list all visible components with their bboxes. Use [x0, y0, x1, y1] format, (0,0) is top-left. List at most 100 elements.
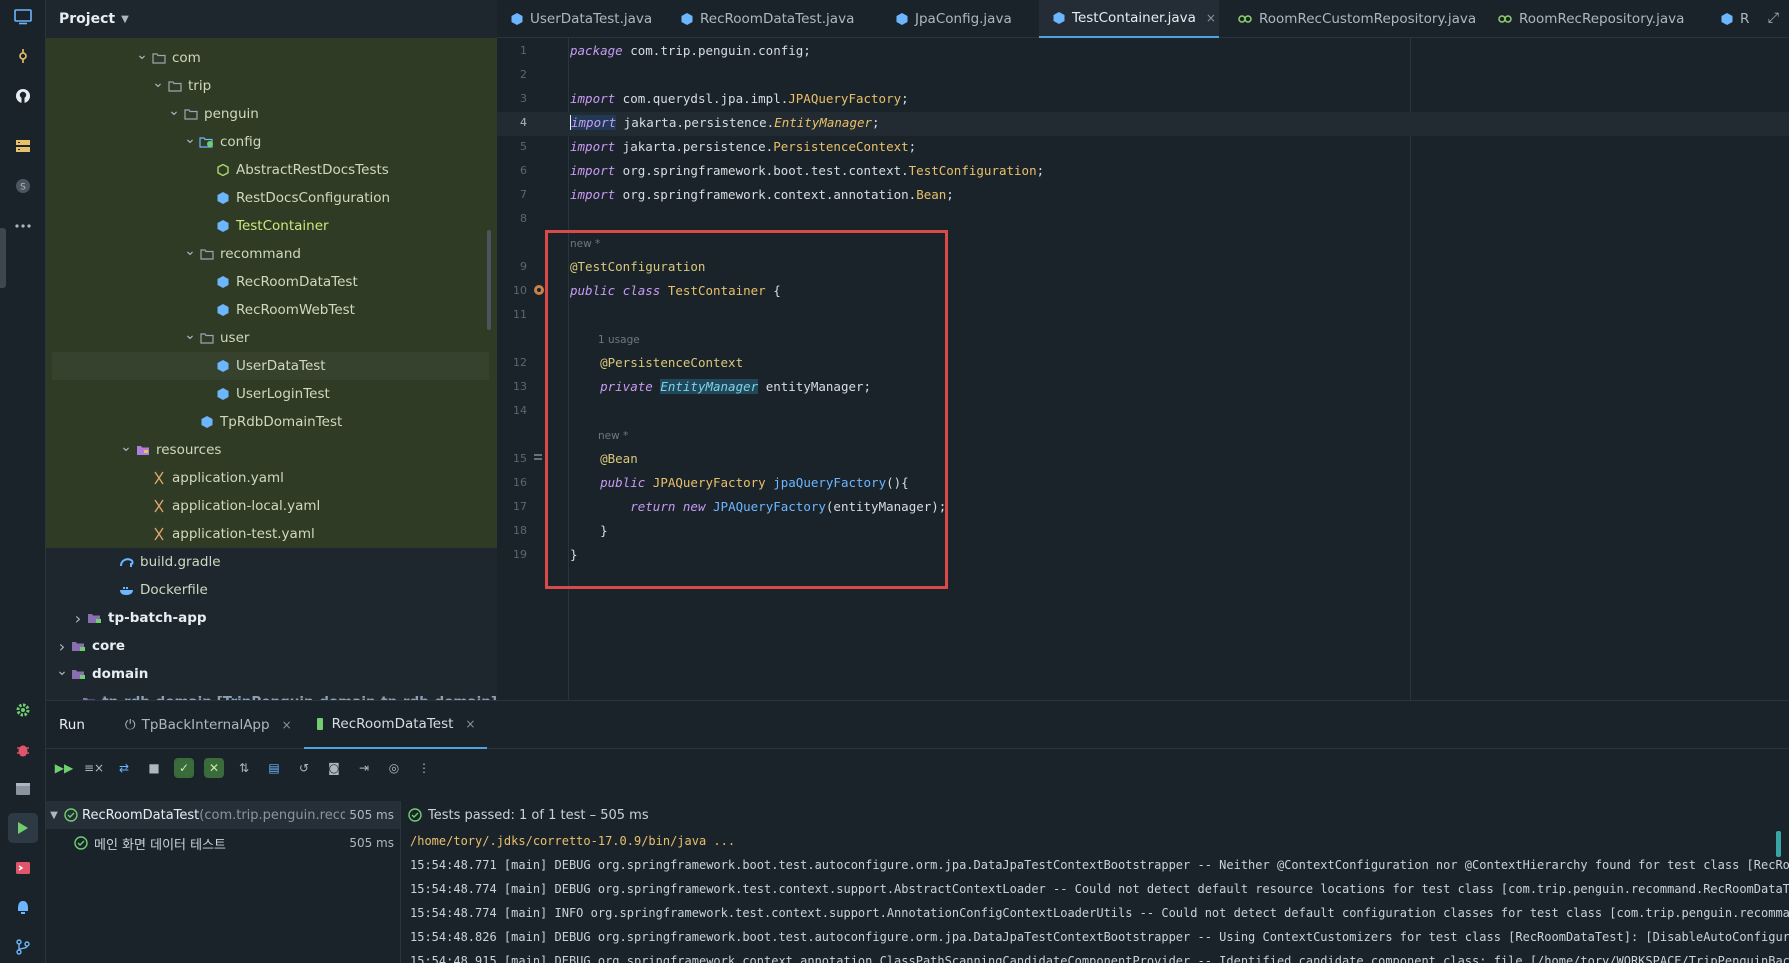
console-line: 15:54:48.771 [main] DEBUG org.springfram… [410, 858, 1789, 872]
tab-roomreccustomrepository[interactable]: RoomRecCustomRepository.java [1224, 0, 1476, 38]
git-branch-icon[interactable] [8, 932, 38, 962]
tree-item[interactable]: ⌄ com [46, 44, 497, 72]
tree-item[interactable]: build.gradle [46, 548, 497, 576]
build-icon[interactable] [8, 774, 38, 804]
tree-item[interactable]: UserLoginTest [46, 380, 497, 408]
tree-item[interactable]: › tp-batch-app [46, 604, 497, 632]
test-status-text: Tests passed: 1 of 1 test – 505 ms [428, 807, 649, 823]
show-passed-icon[interactable]: ✓ [174, 758, 194, 778]
tree-item[interactable]: ⌄ config [46, 128, 497, 156]
tree-item[interactable]: ›tp-rdb-domain [TripPenguin-domain-tp-rd… [46, 688, 497, 700]
bean-gutter-icon[interactable] [533, 284, 545, 299]
tree-item[interactable]: RecRoomDataTest [46, 268, 497, 296]
tree-item-label: application-local.yaml [172, 498, 321, 514]
tree-item[interactable]: › core [46, 632, 497, 660]
tab-tpbackinternalapp[interactable]: ⏻ TpBackInternalApp × [113, 701, 304, 749]
chevron-down-icon[interactable]: ⌄ [182, 131, 198, 147]
run-icon[interactable] [8, 813, 38, 843]
tree-item-label: com [172, 50, 201, 66]
test-file-icon [316, 717, 324, 731]
more-icon[interactable] [8, 211, 38, 241]
tree-item[interactable]: application-local.yaml [46, 492, 497, 520]
database-icon[interactable] [8, 131, 38, 161]
github-icon[interactable] [8, 81, 38, 111]
abstract-class-icon [214, 164, 232, 176]
toggle-autotest-icon[interactable]: ⇄ [114, 758, 134, 778]
chevron-down-icon[interactable]: ⌄ [150, 75, 166, 91]
tab-jpaconfig[interactable]: JpaConfig.java [882, 0, 1022, 38]
tree-item[interactable]: Dockerfile [46, 576, 497, 604]
line-number: 12 [513, 356, 527, 369]
tab-recroomdatatest[interactable]: RecRoomDataTest.java [667, 0, 857, 38]
camera-icon[interactable]: ◙ [324, 758, 344, 778]
close-icon[interactable]: × [465, 717, 475, 731]
test-case-row[interactable]: 메인 화면 데이터 테스트 505 ms [46, 829, 400, 857]
chevron-down-icon[interactable]: ⌄ [54, 663, 70, 679]
tree-item[interactable]: ⌄ domain [46, 660, 497, 688]
tree-scrollbar[interactable] [487, 230, 491, 330]
chevron-right-icon[interactable]: › [54, 637, 70, 656]
tab-overflow[interactable]: R [1707, 0, 1757, 38]
coverage-icon[interactable]: ◎ [384, 758, 404, 778]
line-number: 14 [513, 404, 527, 417]
chevron-down-icon[interactable]: ⌄ [118, 439, 134, 455]
tree-item[interactable]: TpRdbDomainTest [46, 408, 497, 436]
tab-recroomdatatest-run[interactable]: RecRoomDataTest × [303, 701, 488, 749]
tree-item[interactable]: application.yaml [46, 464, 497, 492]
console-output[interactable]: Tests passed: 1 of 1 test – 505 ms /home… [402, 801, 1789, 963]
debug-icon[interactable] [8, 735, 38, 765]
maximize-icon[interactable]: ⤢ [1768, 10, 1779, 26]
import-class: PersistenceContext [773, 139, 909, 154]
keyword: import [570, 91, 616, 106]
tree-item[interactable]: TestContainer [46, 212, 497, 240]
commit-icon[interactable] [8, 41, 38, 71]
test-suite-row[interactable]: ▼ RecRoomDataTest (com.trip.penguin.reco… [46, 801, 400, 829]
tree-item[interactable]: application-test.yaml [46, 520, 497, 548]
tree-item[interactable]: UserDataTest [52, 352, 489, 380]
import-path: jakarta.persistence. [616, 115, 775, 130]
tree-item[interactable]: ⌄ trip [46, 72, 497, 100]
code-line-current: 4 import jakarta.persistence.EntityManag… [497, 112, 1789, 136]
tree-item[interactable]: RecRoomWebTest [46, 296, 497, 324]
tree-item[interactable]: ⌄ user [46, 324, 497, 352]
tree-item-label: trip [188, 78, 212, 94]
tree-item[interactable]: AbstractRestDocsTests [46, 156, 497, 184]
bean-method-gutter-icon[interactable] [533, 452, 543, 465]
chevron-right-icon[interactable]: › [70, 609, 86, 628]
project-view-icon[interactable] [8, 2, 38, 32]
close-icon[interactable]: × [1206, 11, 1216, 25]
chevron-down-icon[interactable]: ⌄ [134, 47, 150, 63]
rerun-failed-icon[interactable]: ≡× [84, 758, 104, 778]
tree-item[interactable]: ⌄ recommand [46, 240, 497, 268]
tab-roomrecrepository[interactable]: RoomRecRepository.java [1484, 0, 1684, 38]
show-ignored-icon[interactable]: ✕ [204, 758, 224, 778]
settings-icon[interactable] [8, 695, 38, 725]
tab-testcontainer[interactable]: TestContainer.java × [1039, 0, 1219, 38]
sort-icon[interactable]: ⇅ [234, 758, 254, 778]
tree-item[interactable]: ⌄ penguin [46, 100, 497, 128]
problems-icon[interactable] [8, 893, 38, 923]
tab-label: R [1740, 11, 1750, 27]
keyword: import [570, 187, 616, 202]
spring-icon[interactable]: S [8, 171, 38, 201]
chevron-right-icon[interactable]: › [70, 693, 82, 701]
export-icon[interactable]: ⇥ [354, 758, 374, 778]
close-icon[interactable]: × [282, 718, 292, 732]
chevron-down-icon[interactable]: ▼ [121, 14, 129, 25]
tab-userdatatest[interactable]: UserDataTest.java [497, 0, 658, 38]
terminal-icon[interactable] [8, 853, 38, 883]
stop-icon[interactable]: ■ [144, 758, 164, 778]
more-options-icon[interactable]: ⋮ [414, 758, 434, 778]
chevron-down-icon[interactable]: ⌄ [182, 243, 198, 259]
tree-item[interactable]: RestDocsConfiguration [46, 184, 497, 212]
import-tests-icon[interactable]: ▤ [264, 758, 284, 778]
chevron-down-icon[interactable]: ▼ [46, 810, 62, 821]
tree-item[interactable]: ⌄ resources [46, 436, 497, 464]
console-scrollbar[interactable] [1776, 831, 1781, 857]
history-icon[interactable]: ↺ [294, 758, 314, 778]
chevron-down-icon[interactable]: ⌄ [182, 327, 198, 343]
chevron-down-icon[interactable]: ⌄ [166, 103, 182, 119]
rerun-icon[interactable]: ▶▶ [54, 758, 74, 778]
tree-item-label: RecRoomDataTest [236, 274, 358, 290]
project-header[interactable]: Project ▼ [46, 0, 497, 38]
